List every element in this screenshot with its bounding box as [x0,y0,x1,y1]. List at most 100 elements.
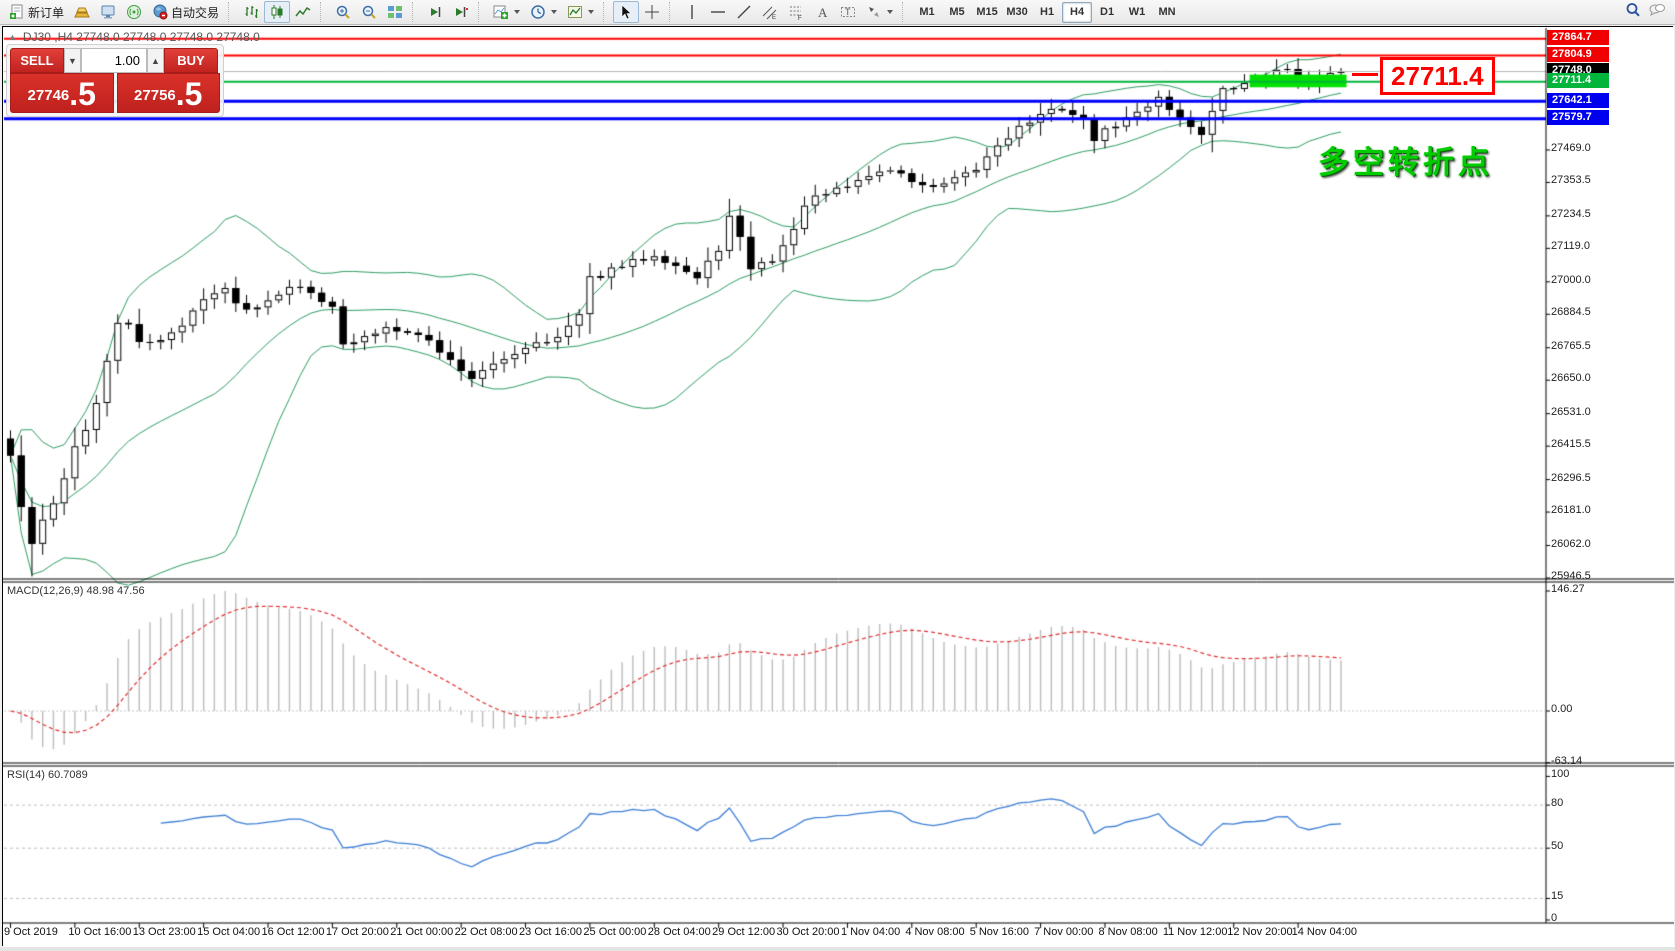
timeframe-button-h1[interactable]: H1 [1032,2,1062,23]
volume-input[interactable] [81,48,147,73]
search-icon[interactable] [1625,2,1641,23]
auto-scroll-icon [427,4,443,20]
sell-price-display[interactable]: 27746 .5 [10,73,114,113]
vertical-line-button[interactable] [679,1,705,23]
horizontal-line-icon [710,4,726,20]
chevron-down-icon[interactable] [514,10,521,14]
svg-text:A: A [818,5,828,20]
rsi-scale-label: 50 [1551,840,1564,853]
x-axis-label: 10 Oct 16:00 [68,926,132,938]
tile-windows-button[interactable] [382,1,408,23]
chart-shift-button[interactable] [448,1,474,23]
timeframe-button-m30[interactable]: M30 [1002,2,1032,23]
label-button[interactable]: T [835,1,861,23]
x-axis-label: 9 Oct 2019 [4,926,58,938]
buy-button[interactable]: BUY [164,48,218,73]
auto-scroll-button[interactable] [422,1,448,23]
y-axis-label: 26062.0 [1551,537,1591,550]
price-axis-tag[interactable]: 27579.7 [1547,110,1609,126]
zoom-out-button[interactable] [356,1,382,23]
chart-title: ▲ DJ30 ,H4 27748.0 27748.0 27748.0 27748… [8,30,260,44]
timeframe-button-m15[interactable]: M15 [972,2,1002,23]
buy-price-display[interactable]: 27756 .5 [116,73,220,113]
fibonacci-button[interactable]: F [783,1,809,23]
sell-price-main: 27746 [27,87,70,104]
cursor-icon [618,4,634,20]
y-axis-label: 27234.5 [1551,207,1591,220]
y-axis-label: 26531.0 [1551,405,1591,418]
rsi-scale-label: 0 [1551,912,1558,924]
rsi-scale-label: 15 [1551,890,1564,903]
gold-button[interactable] [69,1,95,23]
timeframe-button-w1[interactable]: W1 [1122,2,1152,23]
x-axis-label: 5 Nov 16:00 [969,926,1030,938]
tile-windows-icon [387,4,403,20]
templates-button[interactable] [562,1,599,23]
rsi-scale-label: 100 [1551,768,1570,781]
price-axis-tag[interactable]: 27711.4 [1547,73,1609,89]
trendline-button[interactable] [731,1,757,23]
chart-annotation-text[interactable]: 多空转折点 [1318,137,1493,182]
y-axis-label: 26765.5 [1551,339,1591,352]
x-axis-label: 12 Nov 20:00 [1227,926,1293,938]
collapse-icon[interactable]: ▲ [8,32,17,42]
volume-decrease-button[interactable]: ▼ [64,48,81,73]
chevron-down-icon[interactable] [588,10,595,14]
chevron-down-icon[interactable] [887,10,894,14]
candlestick-button[interactable] [264,1,291,23]
channel-icon: E [762,4,778,20]
x-axis-label: 7 Nov 00:00 [1034,926,1094,938]
trendline-icon [736,4,752,20]
market-depth-button[interactable] [95,1,121,23]
price-axis-tag[interactable]: 27804.9 [1547,47,1609,63]
toolbar-separator [603,2,610,22]
text-button[interactable]: A [809,1,835,23]
indicators-icon [493,4,509,20]
svg-text:T: T [845,7,851,17]
label-icon: T [840,4,856,20]
periods-icon [530,4,546,20]
channel-button[interactable]: E [757,1,783,23]
price-callout-label[interactable]: 27711.4 [1380,57,1495,95]
svg-text:F: F [798,16,802,20]
crosshair-button[interactable] [639,1,665,23]
timeframe-button-m1[interactable]: M1 [912,2,942,23]
chevron-down-icon[interactable] [551,10,558,14]
chat-icon[interactable] [1649,2,1665,23]
cursor-button[interactable] [613,1,640,23]
macd-scale-label: 146.27 [1551,583,1585,595]
x-axis-label: 11 Nov 12:00 [1162,926,1228,938]
y-axis-label: 27000.0 [1551,273,1591,286]
buy-price-fraction: .5 [175,76,203,112]
shapes-button[interactable] [861,1,898,23]
volume-increase-button[interactable]: ▲ [147,48,164,73]
sell-price-fraction: .5 [69,76,96,112]
price-axis-tag[interactable]: 27864.7 [1547,30,1609,46]
periods-button[interactable] [525,1,562,23]
new-order-button[interactable]: 新订单 [4,1,69,23]
bar-chart-button[interactable] [238,1,264,23]
x-axis-label: 13 Oct 23:00 [132,926,196,938]
timeframe-button-m5[interactable]: M5 [942,2,972,23]
timeframe-button-mn[interactable]: MN [1152,2,1182,23]
toolbar-separator [902,2,909,22]
macd-scale-label: -63.14 [1551,754,1583,767]
toolbar-separator [320,2,327,22]
macd-scale-label: 0.00 [1551,703,1573,715]
y-axis-label: 26884.5 [1551,306,1591,319]
macd-indicator-label: MACD(12,26,9) 48.98 47.56 [7,585,145,597]
templates-icon [567,4,583,20]
line-chart-button[interactable] [290,1,316,23]
indicators-button[interactable] [488,1,525,23]
autotrade-button[interactable]: 自动交易 [147,1,224,23]
sell-button[interactable]: SELL [10,48,64,73]
timeframe-button-d1[interactable]: D1 [1092,2,1122,23]
zoom-in-button[interactable] [330,1,356,23]
price-axis-tag[interactable]: 27642.1 [1547,92,1609,108]
price-callout-dash [1352,73,1378,76]
x-axis-label: 25 Oct 00:00 [583,926,647,938]
signal-button[interactable] [121,1,147,23]
horizontal-line-button[interactable] [705,1,731,23]
timeframe-button-h4[interactable]: H4 [1062,1,1093,23]
bar-chart-icon [243,4,259,20]
